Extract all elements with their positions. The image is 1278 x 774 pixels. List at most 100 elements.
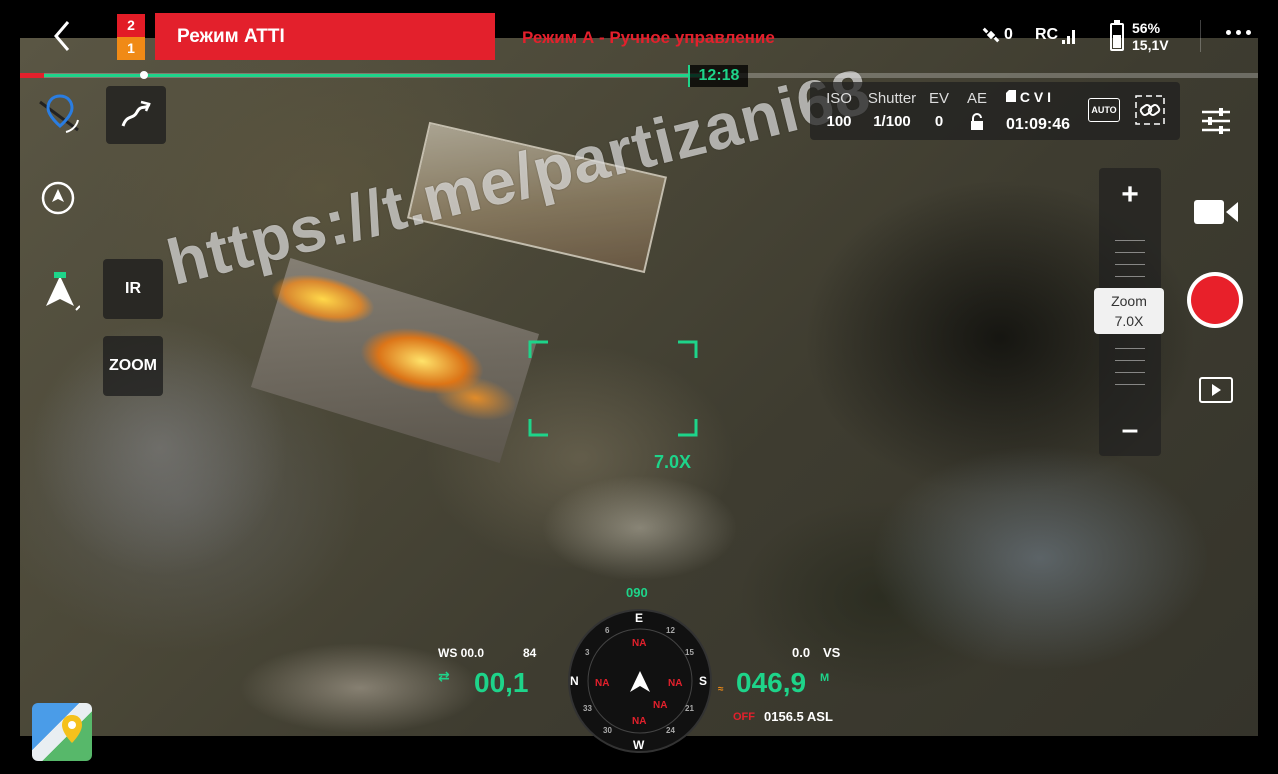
aircraft-location-icon[interactable] [38, 92, 82, 138]
zoom-tick [1115, 240, 1145, 241]
gps-level-bottom: 1 [117, 37, 145, 60]
ev-value: 0 [934, 113, 944, 130]
signal-bars-icon [1062, 30, 1076, 44]
iso-param[interactable]: ISO 100 [824, 90, 854, 130]
timeline-start [20, 73, 44, 78]
iso-value: 100 [826, 113, 852, 130]
altitude-warning-icon: ≈ [718, 684, 724, 695]
focus-reticle[interactable] [528, 340, 698, 437]
ev-label: EV [928, 90, 949, 107]
timeline-time: 12:18 [688, 65, 748, 87]
battery-icon [1110, 20, 1124, 51]
playback-button[interactable] [1199, 377, 1233, 403]
wind-speed: WS 00.0 [438, 646, 485, 660]
satellite-count: 0 [1004, 26, 1013, 43]
rubble [200, 628, 520, 736]
compass-tick: 33 [583, 704, 592, 713]
timeline-bar[interactable] [20, 71, 1258, 79]
compass-south: S [699, 674, 708, 688]
map-preview-button[interactable] [32, 703, 92, 761]
auto-mode-badge[interactable]: AUTO [1088, 98, 1120, 122]
zoom-title: Zoom [1111, 293, 1147, 309]
iso-label: ISO [826, 90, 852, 107]
zoom-tick [1115, 372, 1145, 373]
more-menu-icon[interactable] [1226, 30, 1254, 40]
zoom-tick [1115, 360, 1145, 361]
compass-marker: NA [632, 716, 647, 727]
video-camera-icon[interactable] [1194, 198, 1240, 226]
wind-direction: 84 [523, 646, 537, 660]
vertical-speed-value: 0.0 [792, 645, 811, 660]
gps-level-top: 2 [117, 14, 145, 37]
ae-lock-icon[interactable] [969, 113, 985, 131]
compass[interactable]: E S W N NA NA NA NA NA 12 15 21 24 30 33… [567, 608, 713, 754]
satellite-status[interactable]: 0 [982, 26, 1013, 44]
record-time: 01:09:46 [1006, 116, 1071, 133]
compass-east: E [635, 611, 644, 625]
shutter-label: Shutter [867, 90, 917, 107]
zoom-level-indicator: Zoom 7.0X [1094, 288, 1164, 334]
compass-tick: 30 [603, 726, 612, 735]
zoom-camera-button[interactable]: ZOOM [103, 336, 163, 396]
compass-tick: 24 [666, 726, 675, 735]
compass-marker: NA [632, 638, 647, 649]
compass-marker: NA [668, 678, 683, 689]
storage-label: C V I [1019, 89, 1052, 105]
zoom-tick [1115, 348, 1145, 349]
storage-indicator: C V I [1006, 89, 1051, 105]
zoom-out-button[interactable]: – [1099, 413, 1161, 447]
divider [1200, 20, 1201, 52]
battery-status[interactable]: 56% 15,1V [1110, 20, 1169, 54]
timeline-marker-dot[interactable] [140, 71, 148, 79]
ir-button[interactable]: IR [103, 259, 163, 319]
rc-label: RC [1035, 26, 1059, 43]
home-point-icon[interactable] [40, 180, 76, 216]
play-icon [1212, 384, 1221, 396]
aircraft-heading-icon[interactable] [40, 272, 80, 314]
zoom-tick [1115, 252, 1145, 253]
altitude-value: 046,9 [736, 667, 807, 698]
map-pin-icon [62, 715, 82, 743]
asl-value: 0156.5 ASL [764, 709, 833, 724]
top-bar: 2 1 Режим ATTI Режим А - Ручное управлен… [20, 0, 1258, 72]
ae-param[interactable]: AE [962, 90, 992, 135]
zoom-in-button[interactable]: + [1099, 178, 1161, 212]
compass-tick: 3 [585, 648, 590, 657]
satellite-icon [982, 27, 1000, 43]
record-button[interactable] [1187, 272, 1243, 328]
battery-voltage: 15,1V [1132, 37, 1169, 53]
battery-percent: 56% [1132, 20, 1161, 36]
flight-mode-banner[interactable]: Режим ATTI [155, 13, 495, 60]
compass-west: W [633, 738, 645, 752]
compass-dial [568, 609, 712, 753]
compass-tick: 12 [666, 626, 675, 635]
compass-tick: 15 [685, 648, 694, 657]
back-arrow-icon[interactable] [48, 16, 78, 56]
shutter-param[interactable]: Shutter 1/100 [864, 90, 920, 130]
reticle-zoom-value: 7.0X [654, 452, 692, 472]
camera-parameters-panel[interactable]: ISO 100 Shutter 1/100 EV 0 AE [810, 82, 1180, 140]
flight-mode-subtitle: Режим А - Ручное управление [522, 28, 775, 47]
compass-marker: NA [595, 678, 610, 689]
gps-status-badge: 2 1 [117, 14, 145, 60]
altitude-unit: M [820, 672, 830, 684]
ae-label: AE [966, 90, 987, 107]
horizontal-speed: 00,1 [474, 667, 529, 698]
compass-marker: NA [653, 700, 668, 711]
rc-signal[interactable]: RC [1035, 26, 1076, 44]
waypoint-route-button[interactable] [106, 86, 166, 144]
compass-tick: 21 [685, 704, 694, 713]
vertical-speed-label: VS [823, 645, 841, 660]
zoom-tick [1115, 276, 1145, 277]
settings-sliders-icon[interactable] [1200, 106, 1232, 136]
compass-north: N [570, 674, 579, 688]
zoom-tick [1115, 384, 1145, 385]
ev-param[interactable]: EV 0 [926, 90, 952, 130]
rubble [510, 458, 770, 598]
zoom-tick [1115, 264, 1145, 265]
sd-card-icon [1006, 90, 1016, 102]
compass-tick: 6 [605, 626, 610, 635]
link-icon[interactable] [1134, 94, 1166, 126]
zoom-value: 7.0X [1114, 313, 1144, 329]
route-icon [121, 100, 151, 127]
